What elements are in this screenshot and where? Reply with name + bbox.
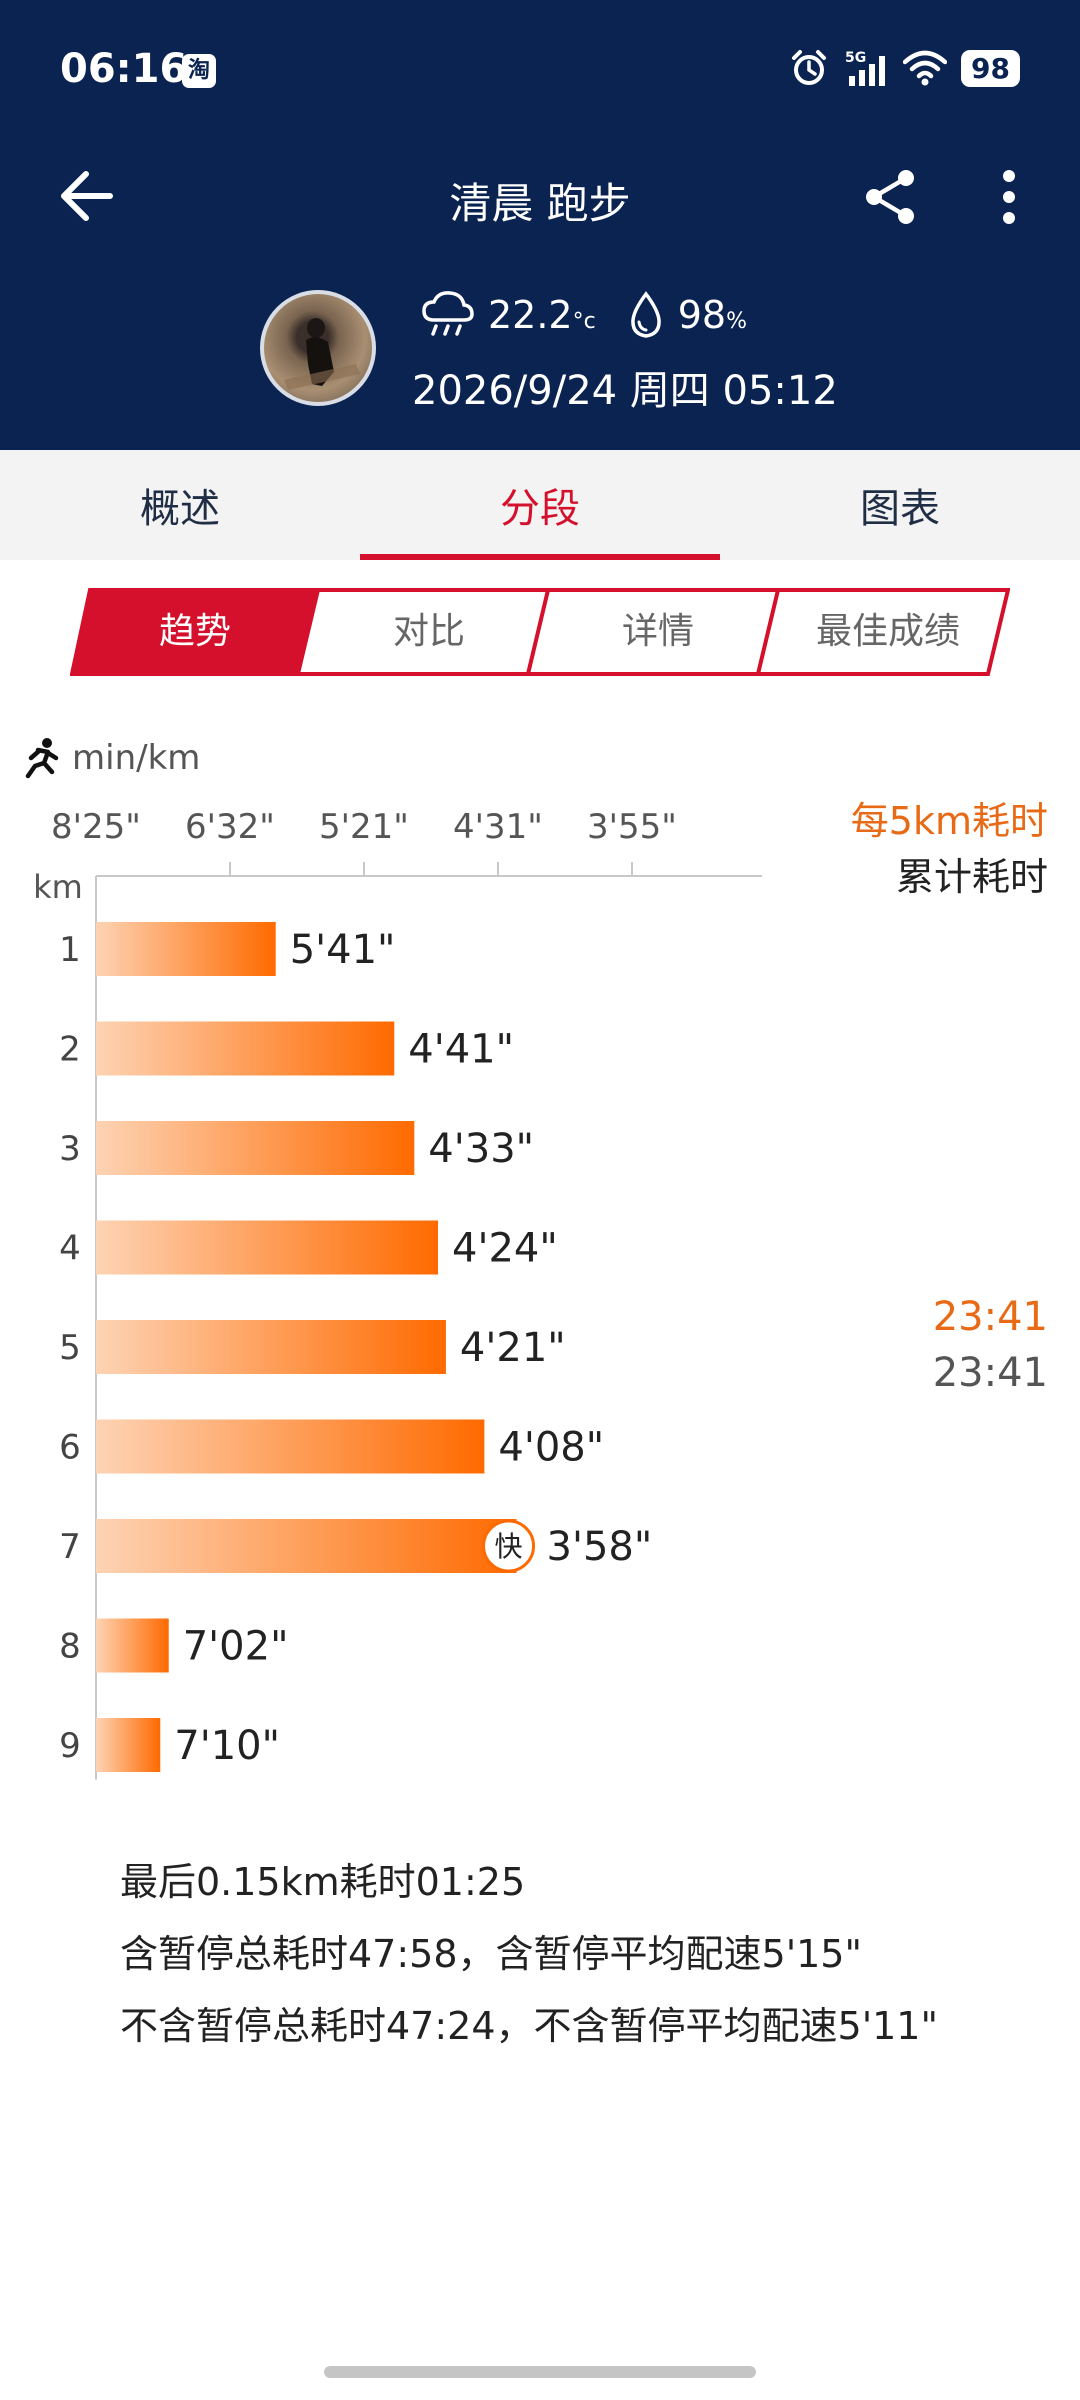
pace-unit-label: min/km [18, 736, 200, 780]
km-label: 1 [59, 930, 81, 970]
tab-charts[interactable]: 图表 [720, 450, 1080, 560]
km-label: 2 [59, 1030, 81, 1070]
summary-last-segment: 最后0.15km耗时01:25 [120, 1860, 526, 1904]
runner-icon [25, 738, 59, 779]
legend-cumulative: 累计耗时 [895, 855, 1048, 899]
km-label: 8 [59, 1627, 81, 1667]
pace-value-label: 5'41" [290, 927, 396, 973]
x-tick-label: 8'25" [51, 807, 141, 847]
signal-5g-icon: 5G [845, 50, 886, 86]
header: 06:16 淘 5G 98 清晨 跑步 22.2°c 98% 2026/9/24… [0, 0, 1080, 450]
segment-details[interactable]: 详情 [548, 588, 768, 676]
cloud-rain-icon [422, 291, 474, 336]
summary-without-pause: 不含暂停总耗时47:24，不含暂停平均配速5'11" [120, 2004, 938, 2048]
cumulative-total-time: 23:41 [932, 1350, 1048, 1396]
split-summary: 最后0.15km耗时01:25 含暂停总耗时47:58，含暂停平均配速5'15"… [120, 1846, 938, 2062]
km-label: 9 [59, 1726, 81, 1766]
pace-bar [96, 1519, 517, 1573]
tab-splits[interactable]: 分段 [360, 450, 720, 560]
pace-value-label: 4'33" [428, 1126, 534, 1172]
svg-text:5G: 5G [845, 50, 866, 66]
pace-value-label: 7'02" [183, 1624, 289, 1670]
pace-value-label: 4'21" [460, 1325, 566, 1371]
pace-bar [96, 1320, 446, 1374]
x-tick-label: 6'32" [185, 807, 275, 847]
legend-per-5km: 每5km耗时 [850, 799, 1048, 843]
pace-value-label: 3'58" [547, 1524, 653, 1570]
segment-best[interactable]: 最佳成绩 [778, 588, 998, 676]
alarm-icon [792, 50, 827, 85]
humidity-value: 98 [677, 293, 727, 337]
pace-bar-chart: 8'25" 6'32" 5'21" 4'31" 3'55" km 1 5'41" 2 4'41" 3… [33, 807, 762, 1780]
km-label: 4 [59, 1229, 81, 1269]
km-label: 5 [59, 1328, 81, 1368]
home-indicator[interactable] [324, 2366, 756, 2378]
km-label: 6 [59, 1428, 81, 1468]
x-tick-label: 3'55" [587, 807, 677, 847]
pace-bar [96, 1618, 169, 1673]
pace-bar [96, 922, 276, 976]
pace-bar [96, 1419, 485, 1474]
status-indicators: 5G 98 [789, 48, 1020, 88]
status-time: 06:16 [60, 46, 188, 92]
main-tabs: 概述 分段 图表 [0, 450, 1080, 560]
pace-bar [96, 1121, 415, 1175]
x-tick-label: 4'31" [453, 807, 543, 847]
tab-overview[interactable]: 概述 [0, 450, 360, 560]
pace-unit: min/km [72, 738, 201, 778]
share-icon[interactable] [858, 164, 924, 230]
pace-value-label: 4'08" [498, 1425, 604, 1471]
more-options-icon[interactable] [984, 164, 1034, 230]
pace-bar [96, 1021, 395, 1076]
temperature-unit: °c [572, 309, 596, 334]
weather-row: 22.2°c 98% [420, 290, 747, 340]
pace-value-label: 4'24" [452, 1226, 558, 1272]
km-label: 3 [59, 1129, 81, 1169]
summary-with-pause: 含暂停总耗时47:58，含暂停平均配速5'15" [120, 1932, 862, 1976]
cumulative-5km-time: 23:41 [932, 1294, 1048, 1340]
pace-bar [96, 1718, 161, 1772]
segment-compare[interactable]: 对比 [320, 588, 538, 676]
segment-trend[interactable]: 趋势 [90, 588, 300, 676]
wifi-icon [903, 50, 948, 86]
km-label: 7 [59, 1527, 81, 1567]
humidity-unit: % [726, 309, 747, 334]
y-axis-unit: km [33, 868, 83, 906]
pace-bar [96, 1220, 439, 1275]
segment-control: 趋势 对比 详情 最佳成绩 [70, 588, 1010, 676]
x-tick-label: 5'21" [319, 807, 409, 847]
activity-datetime: 2026/9/24 周四 05:12 [412, 368, 838, 414]
temperature-value: 22.2 [488, 293, 573, 337]
battery-indicator: 98 [961, 49, 1020, 87]
pace-value-label: 7'10" [174, 1723, 280, 1769]
pace-value-label: 4'41" [408, 1027, 514, 1073]
avatar[interactable] [260, 290, 376, 406]
app-notification-icon: 淘 [182, 54, 216, 88]
humidity-drop-icon [630, 291, 661, 338]
fastest-badge-label: 快 [495, 1530, 523, 1563]
